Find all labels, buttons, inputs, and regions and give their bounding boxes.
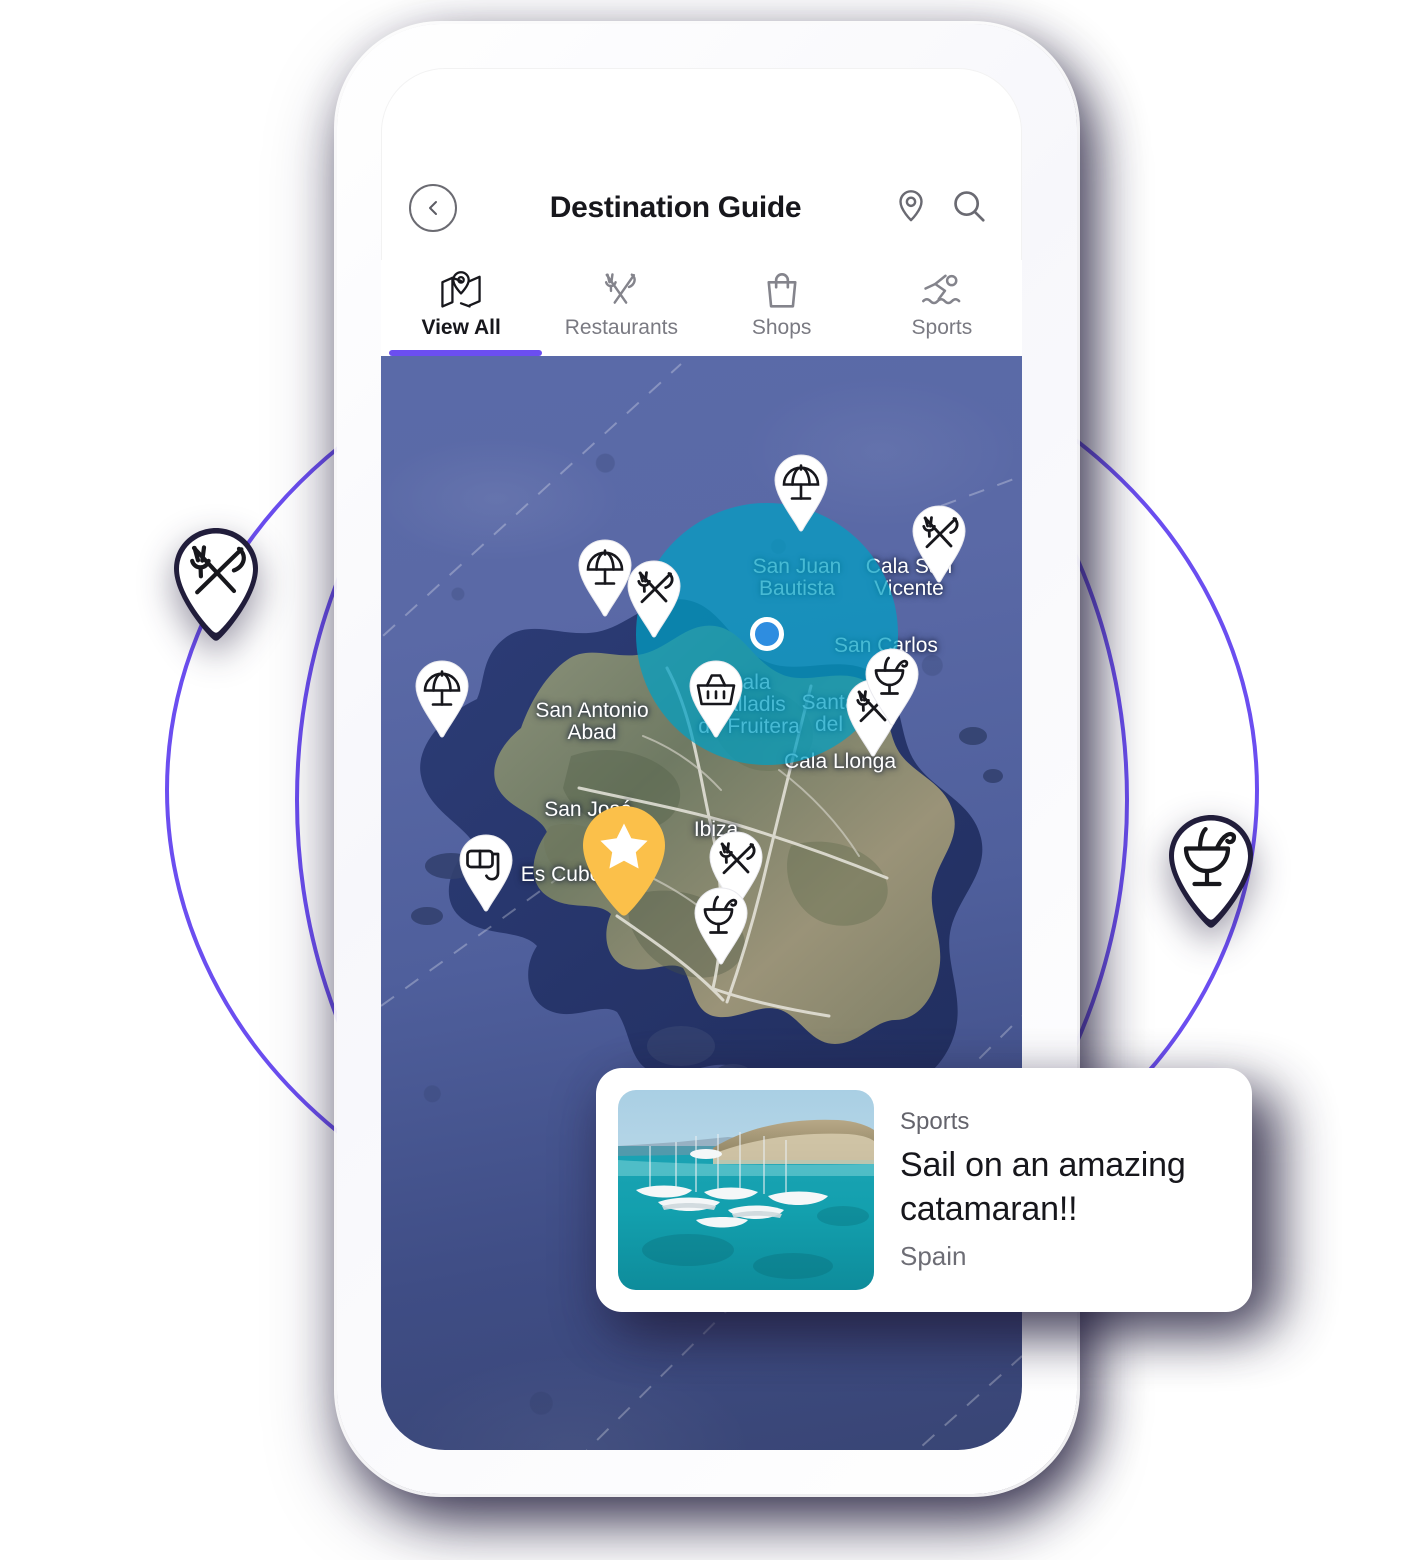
map-pin-bar[interactable] [690,886,752,966]
tab-sports[interactable]: Sports [862,270,1022,356]
search-icon[interactable] [950,187,988,230]
card-title: Sail on an amazing catamaran!! [900,1145,1186,1228]
map-folded-pin-icon [439,270,483,310]
shopping-bag-icon [763,270,801,310]
current-location-dot [750,617,784,651]
card-category-label: Sports [900,1107,970,1135]
category-tab-bar: View All Restaurants Shops Sports [381,260,1022,356]
tab-label: Shops [751,316,812,339]
tab-label: Sports [911,316,973,339]
map-pin-beach[interactable] [411,659,473,739]
swimmer-icon [920,270,964,310]
tab-view-all[interactable]: View All [381,270,541,356]
floating-pin-bar[interactable] [1163,812,1259,934]
tab-label: View All [421,316,501,339]
tab-restaurants[interactable]: Restaurants [541,270,701,356]
place-thumbnail-image [618,1090,874,1290]
arrow-left-icon [429,201,437,215]
tab-shops[interactable]: Shops [702,270,862,356]
tab-label: Restaurants [564,316,678,339]
back-button[interactable] [409,184,457,232]
app-header: Destination Guide [381,68,1022,260]
map-pin-restaurant[interactable] [623,559,685,639]
map-pin-icon[interactable] [894,187,928,230]
floating-pin-restaurant[interactable] [168,525,264,647]
page-title: Destination Guide [549,191,802,224]
card-location-label: Spain [900,1241,967,1272]
fork-knife-icon [599,270,643,310]
illustration-stage: Destination Guide View All Restaurants S… [0,0,1417,1560]
map-pin-shop[interactable] [685,659,747,739]
map-pin-beach[interactable] [770,453,832,533]
map-pin-bar[interactable] [861,647,923,727]
map-pin-featured[interactable] [580,804,668,916]
map-pin-restaurant[interactable] [908,504,970,584]
map-pin-diving[interactable] [455,833,517,913]
place-info-card[interactable]: Sports Sail on an amazing catamaran!! Sp… [596,1068,1252,1312]
